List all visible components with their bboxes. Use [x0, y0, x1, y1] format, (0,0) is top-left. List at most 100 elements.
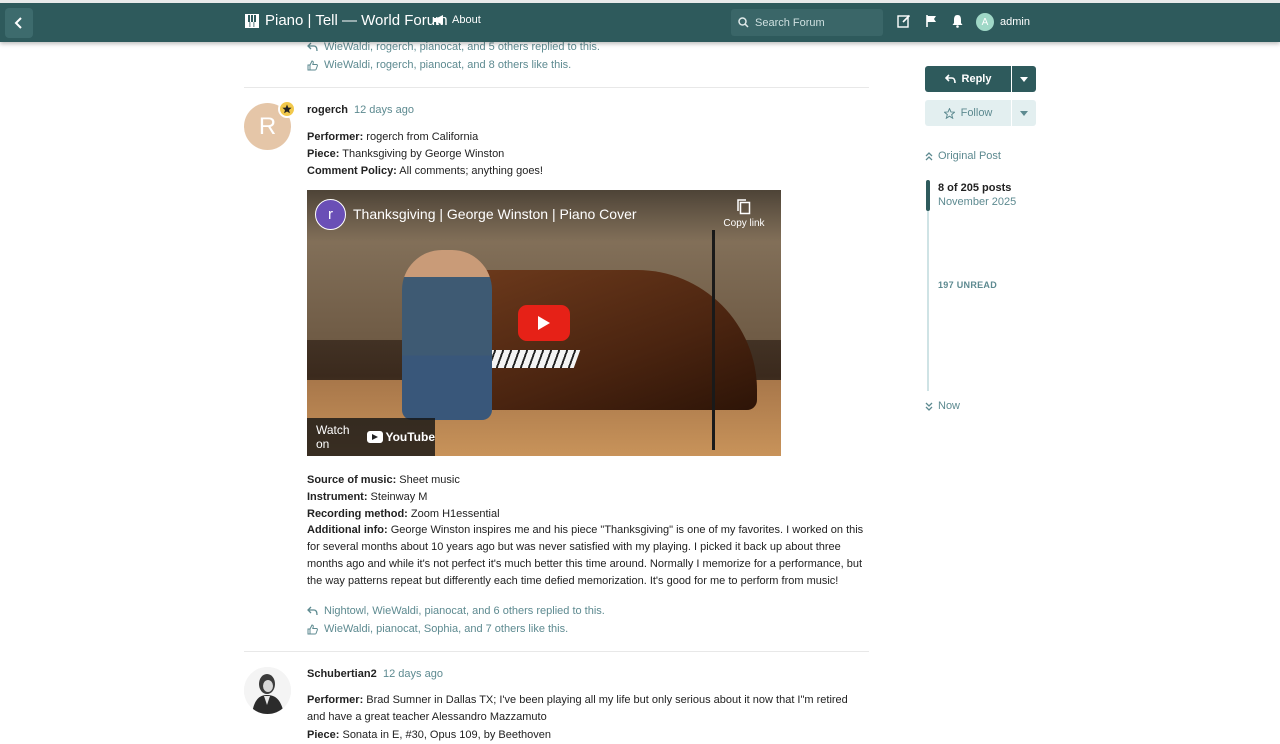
now-label: Now [938, 400, 961, 412]
original-post-label: Original Post [938, 150, 1001, 162]
copy-icon [737, 199, 751, 215]
original-post-link[interactable]: Original Post [925, 150, 1001, 162]
notifications-button[interactable] [949, 13, 965, 29]
performer-label: Performer: [307, 131, 364, 143]
replied-summary[interactable]: Nightowl, WieWaldi, pianocat, and 6 othe… [307, 605, 605, 617]
chevron-left-icon [14, 17, 22, 29]
replied-summary[interactable]: WieWaldi, rogerch, pianocat, and 5 other… [307, 41, 600, 53]
caret-down-icon [1020, 76, 1028, 82]
star-icon [282, 104, 292, 114]
youtube-embed[interactable]: r Thanksgiving | George Winston | Piano … [307, 190, 781, 456]
header-bar: Piano | Tell — World Forum About A admin [0, 0, 1280, 42]
site-title[interactable]: Piano | Tell — World Forum [265, 12, 448, 29]
source-label: Source of music: [307, 474, 397, 486]
piece-value: Thanksgiving by George Winston [339, 148, 505, 160]
site-brand[interactable]: Piano | Tell — World Forum [245, 12, 448, 29]
timeline-post-count: 8 of 205 posts [938, 182, 1012, 194]
post-date[interactable]: 12 days ago [383, 668, 443, 680]
username-label: admin [1000, 16, 1030, 28]
post-username[interactable]: rogerch [307, 104, 348, 116]
about-label: About [452, 14, 481, 26]
source-line: Source of music: Sheet music [307, 474, 460, 486]
caret-down-icon [1020, 110, 1028, 116]
watch-on-label: Watch on [316, 423, 350, 451]
jump-to-now-link[interactable]: Now [925, 400, 960, 412]
reply-icon [307, 606, 318, 616]
likes-summary[interactable]: WieWaldi, rogerch, pianocat, and 8 other… [307, 59, 571, 71]
thumbs-up-icon [307, 59, 318, 70]
flags-button[interactable] [923, 13, 939, 29]
source-value: Sheet music [396, 474, 460, 486]
replied-text: WieWaldi, rogerch, pianocat, and 5 other… [324, 41, 600, 53]
instrument-value: Steinway M [367, 491, 428, 503]
instrument-label: Instrument: [307, 491, 368, 503]
comment-policy-value: All comments; anything goes! [396, 165, 543, 177]
double-chevron-down-icon [925, 402, 933, 411]
youtube-logo: YouTube [367, 430, 435, 444]
additional-info-value: George Winston inspires me and his piece… [307, 524, 864, 587]
copy-link-label: Copy link [723, 218, 765, 229]
performer-line: Performer: rogerch from California [307, 131, 478, 143]
video-performer [402, 250, 492, 420]
reply-icon [944, 74, 956, 84]
thumbs-up-icon [307, 623, 318, 634]
timeline-unread[interactable]: 197 UNREAD [938, 280, 997, 290]
piece-line: Piece: Sonata in E, #30, Opus 109, by Be… [307, 729, 551, 741]
video-title[interactable]: Thanksgiving | George Winston | Piano Co… [353, 206, 637, 222]
instrument-line: Instrument: Steinway M [307, 491, 427, 503]
youtube-play-icon [367, 431, 384, 443]
search-box[interactable] [731, 9, 883, 36]
video-mic-stand [712, 230, 715, 450]
follow-options-button[interactable] [1012, 100, 1036, 126]
back-button[interactable] [5, 8, 33, 38]
bell-icon [952, 15, 962, 28]
portrait-image [244, 667, 291, 714]
search-input[interactable] [755, 16, 875, 29]
avatar[interactable] [244, 667, 291, 714]
piece-value: Sonata in E, #30, Opus 109, by Beethoven [339, 729, 552, 741]
performer-line: Performer: Brad Sumner in Dallas TX; I'v… [307, 692, 869, 726]
performer-value: Brad Sumner in Dallas TX; I've been play… [307, 694, 848, 723]
user-avatar: A [976, 13, 994, 31]
compose-button[interactable] [896, 13, 912, 29]
performer-value: rogerch from California [363, 131, 479, 143]
post-divider [244, 87, 869, 88]
performer-label: Performer: [307, 694, 364, 706]
likes-summary[interactable]: WieWaldi, pianocat, Sophia, and 7 others… [307, 623, 568, 635]
megaphone-icon [434, 15, 443, 25]
comment-policy-label: Comment Policy: [307, 165, 397, 177]
piece-line: Piece: Thanksgiving by George Winston [307, 148, 504, 160]
comment-policy-line: Comment Policy: All comments; anything g… [307, 165, 543, 177]
flag-icon [925, 15, 936, 27]
replied-text: Nightowl, WieWaldi, pianocat, and 6 othe… [324, 605, 605, 617]
likes-text: WieWaldi, rogerch, pianocat, and 8 other… [324, 59, 572, 71]
piece-label: Piece: [307, 148, 340, 160]
double-chevron-up-icon [925, 151, 933, 160]
recording-value: Zoom H1essential [407, 508, 500, 520]
post-username[interactable]: Schubertian2 [307, 668, 377, 680]
reply-label: Reply [961, 73, 992, 85]
copy-link-button[interactable]: Copy link [721, 199, 767, 229]
channel-avatar[interactable]: r [315, 199, 346, 230]
reply-icon [307, 42, 318, 52]
search-icon [738, 17, 749, 28]
timeline-date: November 2025 [938, 196, 1017, 208]
watch-on-youtube-button[interactable]: Watch on YouTube [307, 418, 435, 456]
about-link[interactable]: About [433, 14, 481, 26]
recording-label: Recording method: [307, 508, 408, 520]
play-icon [538, 316, 550, 330]
user-menu[interactable]: A admin [976, 13, 1030, 31]
timeline-scrubber[interactable] [926, 180, 930, 211]
reply-options-button[interactable] [1012, 66, 1036, 92]
reply-button[interactable]: Reply [925, 66, 1011, 92]
recording-line: Recording method: Zoom H1essential [307, 508, 500, 520]
follow-button[interactable]: Follow [925, 100, 1011, 126]
additional-info: Additional info: George Winston inspires… [307, 522, 869, 590]
follow-label: Follow [960, 107, 993, 119]
post-date[interactable]: 12 days ago [354, 104, 414, 116]
likes-text: WieWaldi, pianocat, Sophia, and 7 others… [324, 623, 569, 635]
play-button[interactable] [518, 305, 570, 341]
star-badge [278, 100, 296, 118]
edit-icon [897, 14, 911, 28]
timeline-track[interactable] [927, 180, 929, 391]
